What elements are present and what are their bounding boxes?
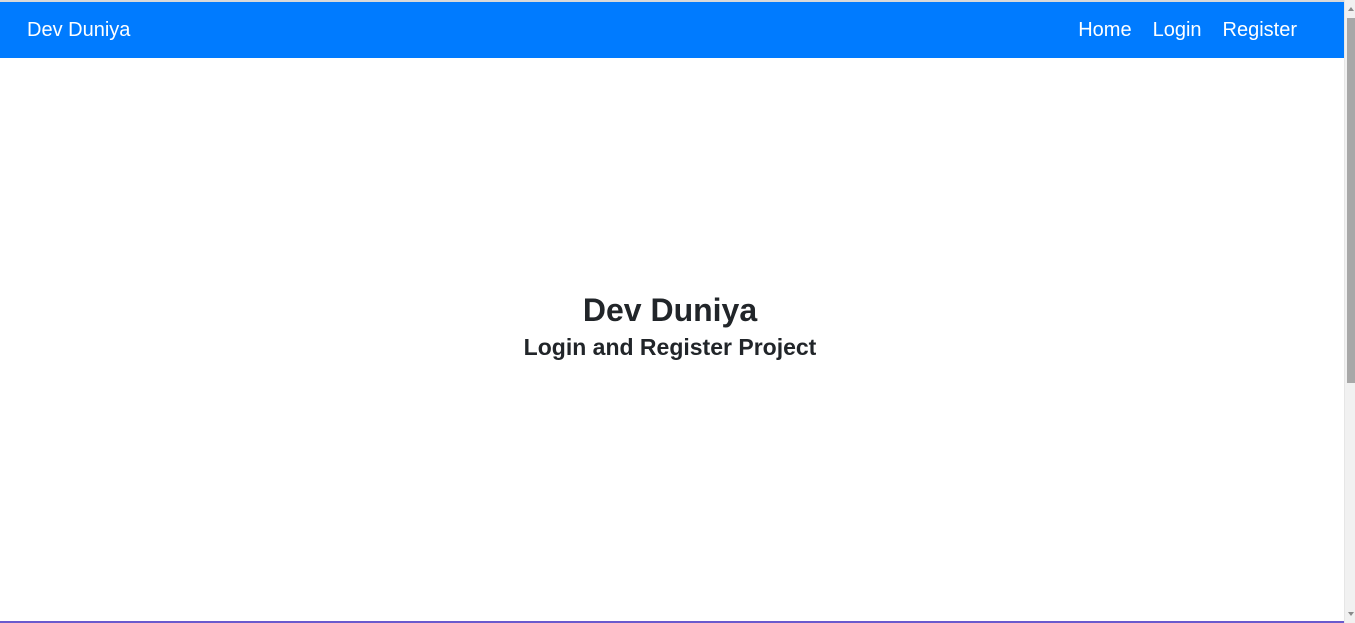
navbar: Dev Duniya Home Login Register	[0, 2, 1344, 58]
vertical-scrollbar[interactable]	[1344, 0, 1355, 623]
scrollbar-thumb[interactable]	[1347, 18, 1355, 383]
hero-title: Dev Duniya	[582, 292, 758, 328]
scroll-down-arrow-icon[interactable]	[1348, 612, 1354, 616]
nav-links: Home Login Register	[1078, 19, 1297, 42]
hero-section: Dev Duniya Login and Register Project	[0, 290, 1340, 362]
page: Dev Duniya Home Login Register Dev Duniy…	[0, 0, 1355, 623]
nav-link-register[interactable]: Register	[1223, 19, 1297, 42]
nav-link-login[interactable]: Login	[1153, 19, 1202, 42]
hero-subtitle: Login and Register Project	[523, 334, 817, 360]
navbar-brand-link[interactable]: Dev Duniya	[27, 19, 130, 42]
nav-link-home[interactable]: Home	[1078, 19, 1131, 42]
scroll-up-arrow-icon[interactable]	[1348, 7, 1354, 11]
